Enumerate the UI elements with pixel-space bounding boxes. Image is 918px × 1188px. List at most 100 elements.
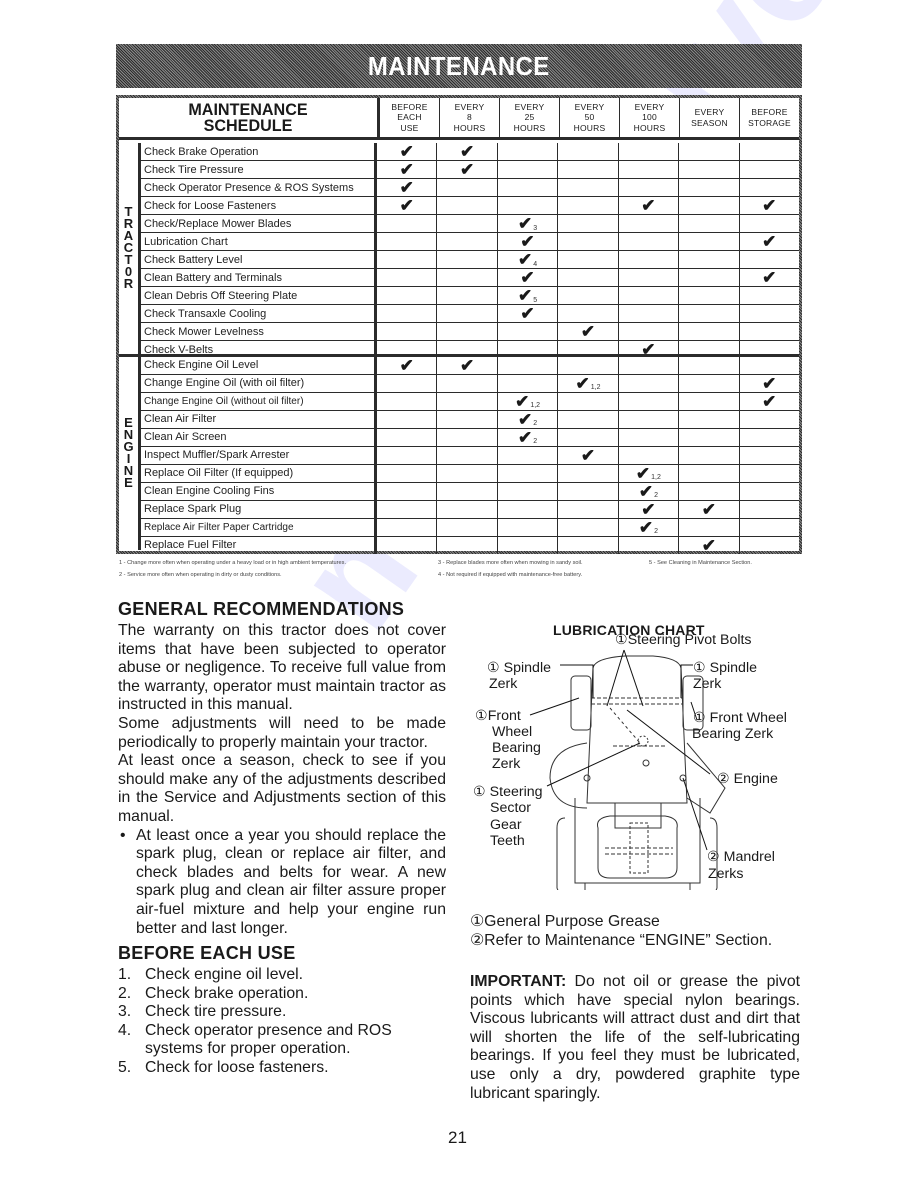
schedule-cell: ✔ 5: [496, 287, 557, 304]
schedule-cell: ✔ 1,2: [496, 392, 557, 410]
schedule-cell: [374, 446, 436, 464]
schedule-cell: [738, 500, 799, 518]
footnote-ref: 5: [533, 296, 538, 304]
table-row: Check/Replace Mower Blades ✔ 3: [141, 215, 799, 233]
schedule-cell: [617, 143, 678, 160]
schedule-cell: [738, 251, 799, 268]
schedule-cell: [678, 356, 738, 374]
task-label: Clean Debris Off Steering Plate: [144, 289, 298, 302]
schedule-cell: [617, 428, 678, 446]
schedule-cell: [678, 143, 738, 160]
label-mandrel-2: Zerks: [708, 866, 744, 882]
schedule-cell: [374, 428, 436, 446]
schedule-cell: [678, 233, 738, 250]
schedule-cell: [374, 323, 436, 340]
front-left-wheel: [570, 675, 592, 731]
label-spindle-right-1: ① Spindle: [693, 660, 757, 676]
seat-outline: [597, 815, 678, 879]
schedule-cell: [678, 305, 738, 322]
footnote-1: 1 - Change more often when operating und…: [119, 560, 346, 566]
general-para-3: At least once a season, check to see if …: [118, 752, 446, 825]
list-item: 1. Check engine oil level.: [118, 966, 448, 985]
section-label-letter: R: [123, 276, 134, 292]
schedule-cell: ✔: [436, 161, 496, 178]
column-header-line: HOURS: [513, 122, 546, 133]
schedule-cell: [436, 287, 496, 304]
column-header-line: HOURS: [633, 122, 666, 133]
list-item-number: 5.: [118, 1058, 132, 1076]
schedule-cell: [496, 464, 557, 482]
schedule-cell: [557, 179, 617, 196]
schedule-cell: [374, 518, 436, 536]
table-row: Check Transaxle Cooling ✔: [141, 305, 799, 323]
schedule-cell: ✔ 1,2: [557, 373, 617, 393]
schedule-cell: ✔: [738, 268, 799, 287]
schedule-cell: [436, 410, 496, 428]
checkmark-icon: ✔: [520, 304, 535, 323]
task-label: Clean Engine Cooling Fins: [144, 485, 275, 498]
column-header-line: EVERY: [514, 101, 545, 112]
schedule-cell: [436, 215, 496, 232]
label-front-right-2: Bearing Zerk: [692, 726, 774, 742]
schedule-cell: ✔: [557, 446, 617, 464]
column-header: EVERY 8 HOURS: [439, 98, 499, 137]
task-label: Clean Air Screen: [144, 431, 227, 444]
schedule-cell: [374, 464, 436, 482]
column-header: BEFORE STORAGE: [739, 98, 799, 137]
schedule-header-row: MAINTENANCE SCHEDULE BEFORE EACH USE EVERY 8…: [119, 98, 799, 140]
schedule-cell: [496, 500, 557, 518]
list-item: 3. Check tire pressure.: [118, 1003, 448, 1022]
schedule-cell: [436, 305, 496, 322]
schedule-cell: ✔: [374, 197, 436, 214]
schedule-cell: [678, 269, 738, 286]
schedule-cell: [557, 215, 617, 232]
schedule-cell: [436, 269, 496, 286]
checkmark-icon: ✔: [762, 391, 777, 411]
schedule-cell: [738, 179, 799, 196]
table-row: Check Brake Operation ✔ ✔: [141, 143, 799, 161]
checkmark-icon: ✔: [399, 142, 414, 161]
table-row: Check Engine Oil Level ✔ ✔: [141, 356, 799, 375]
label-steering-sector-1: ① Steering: [473, 784, 543, 800]
task-label: Replace Air Filter Paper Cartridge: [144, 521, 294, 533]
schedule-cell: [557, 305, 617, 322]
schedule-section-tract0r: T R A C T 0 R Check Brake Operation ✔ ✔ Check Tire…: [119, 143, 799, 358]
task-label: Check Engine Oil Level: [144, 359, 259, 372]
label-spindle-left-2: Zerk: [489, 676, 518, 692]
schedule-cell: ✔ 3: [496, 214, 557, 233]
schedule-cell: ✔: [678, 500, 738, 518]
schedule-cell: [617, 410, 678, 428]
label-front-left-2: Wheel: [492, 724, 533, 740]
task-label: Replace Spark Plug: [144, 503, 242, 516]
checkmark-icon: ✔: [517, 214, 533, 233]
list-item-text: Check engine oil level.: [145, 966, 304, 983]
column-header-line: 50: [584, 112, 595, 123]
schedule-cell: [557, 536, 617, 554]
checkmark-icon: ✔: [762, 268, 777, 287]
footnote-ref: 2: [654, 492, 658, 500]
checkmark-icon: ✔: [575, 373, 590, 393]
checkmark-icon: ✔: [638, 517, 654, 537]
schedule-cell: ✔: [738, 373, 799, 393]
lubrication-diagram: ①Steering Pivot Bolts ① Spindle Zerk ① S…: [465, 628, 805, 890]
column-header-line: SEASON: [691, 117, 728, 128]
maintenance-schedule-table: MAINTENANCE SCHEDULE BEFORE EACH USE EVERY 8…: [116, 95, 802, 554]
checkmark-icon: ✔: [460, 142, 475, 161]
schedule-cell: [557, 197, 617, 214]
task-label: Check/Replace Mower Blades: [144, 217, 292, 230]
table-row: Replace Spark Plug ✔ ✔: [141, 500, 799, 519]
schedule-cell: [496, 323, 557, 340]
schedule-cell: [617, 215, 678, 232]
checkmark-icon: ✔: [762, 373, 777, 393]
column-header-line: EVERY: [694, 107, 725, 117]
column-header-line: 100: [642, 112, 657, 123]
schedule-cell: [617, 374, 678, 392]
schedule-cell: ✔: [496, 304, 557, 323]
schedule-cell: [436, 518, 496, 536]
table-row: Clean Battery and Terminals ✔ ✔: [141, 269, 799, 287]
schedule-cell: [738, 482, 799, 500]
schedule-cell: [738, 410, 799, 428]
column-header-line: EACH: [397, 112, 422, 123]
checkmark-icon: ✔: [520, 232, 535, 251]
schedule-cell: [557, 500, 617, 518]
